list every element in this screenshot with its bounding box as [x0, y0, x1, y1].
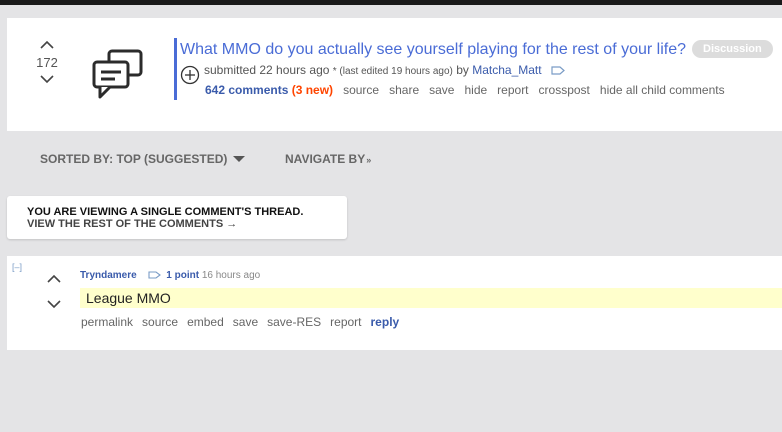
post-title[interactable]: What MMO do you actually see yourself pl…	[180, 41, 686, 58]
comment-meta: Tryndamere 1 point 16 hours ago	[80, 270, 260, 281]
collapse-toggle[interactable]: [–]	[12, 262, 22, 272]
double-chevron-icon: »	[366, 155, 372, 165]
upvote-icon[interactable]	[40, 40, 54, 49]
notice-text: YOU ARE VIEWING A SINGLE COMMENT'S THREA…	[27, 206, 304, 218]
downvote-icon[interactable]	[40, 75, 54, 84]
sort-bar: SORTED BY: TOP (SUGGESTED) NAVIGATE BY»	[40, 152, 371, 166]
title-row: What MMO do you actually see yourself pl…	[180, 40, 773, 59]
post-tagline: submitted 22 hours ago * (last edited 19…	[204, 63, 565, 77]
comment-time: 16 hours ago	[201, 270, 261, 281]
post-body: What MMO do you actually see yourself pl…	[174, 38, 777, 100]
single-thread-notice: YOU ARE VIEWING A SINGLE COMMENT'S THREA…	[7, 196, 347, 239]
comment-tag-icon[interactable]	[148, 271, 162, 279]
sort-dropdown[interactable]: SORTED BY: TOP (SUGGESTED)	[40, 152, 245, 166]
share-link[interactable]: share	[389, 83, 419, 97]
comments-link[interactable]: 642 comments (3 new)	[205, 83, 333, 97]
comment-author[interactable]: Tryndamere	[80, 270, 137, 281]
comments-thumbnail-icon[interactable]	[90, 45, 146, 101]
by-label: by	[456, 63, 469, 77]
reply-link[interactable]: reply	[371, 315, 400, 329]
report-link[interactable]: report	[497, 83, 528, 97]
post-vote: 172	[29, 40, 65, 84]
post-buttons: 642 comments (3 new) source share save hide r…	[205, 83, 735, 97]
hide-link[interactable]: hide	[464, 83, 487, 97]
permalink-link[interactable]: permalink	[81, 315, 133, 329]
embed-link[interactable]: embed	[187, 315, 224, 329]
flair-badge[interactable]: Discussion	[692, 40, 773, 58]
submitted-time: submitted 22 hours ago	[204, 63, 330, 77]
comment-buttons: permalink source embed save save-RES report re…	[81, 315, 408, 329]
tag-icon[interactable]	[551, 66, 565, 75]
navigate-by-dropdown[interactable]: NAVIGATE BY»	[285, 152, 371, 166]
save-link[interactable]: save	[429, 83, 454, 97]
comment-upvote-icon[interactable]	[47, 274, 61, 283]
comment-text: League MMO	[86, 290, 171, 306]
comment-points: 1 point	[166, 270, 200, 281]
comment-source-link[interactable]: source	[142, 315, 178, 329]
comment-body: League MMO	[80, 288, 782, 308]
comment-vote	[45, 274, 63, 326]
edited-time: * (last edited 19 hours ago)	[332, 66, 453, 77]
post-score: 172	[36, 55, 58, 70]
save-res-link[interactable]: save-RES	[267, 315, 321, 329]
comment-save-link[interactable]: save	[233, 315, 258, 329]
post-card: 172 What MMO do you actually see yoursel…	[7, 18, 782, 131]
hide-child-comments-link[interactable]: hide all child comments	[600, 83, 725, 97]
caret-down-icon	[232, 156, 245, 162]
comment: [–] Tryndamere 1 point 16 hours ago Leag…	[7, 256, 782, 350]
post-author[interactable]: Matcha_Matt	[472, 63, 541, 77]
crosspost-link[interactable]: crosspost	[539, 83, 590, 97]
view-rest-link[interactable]: VIEW THE REST OF THE COMMENTS →	[27, 218, 237, 230]
expando-plus-icon[interactable]	[180, 65, 200, 85]
source-link[interactable]: source	[343, 83, 379, 97]
comment-report-link[interactable]: report	[330, 315, 361, 329]
comment-downvote-icon[interactable]	[47, 300, 61, 309]
top-bar	[0, 0, 782, 5]
